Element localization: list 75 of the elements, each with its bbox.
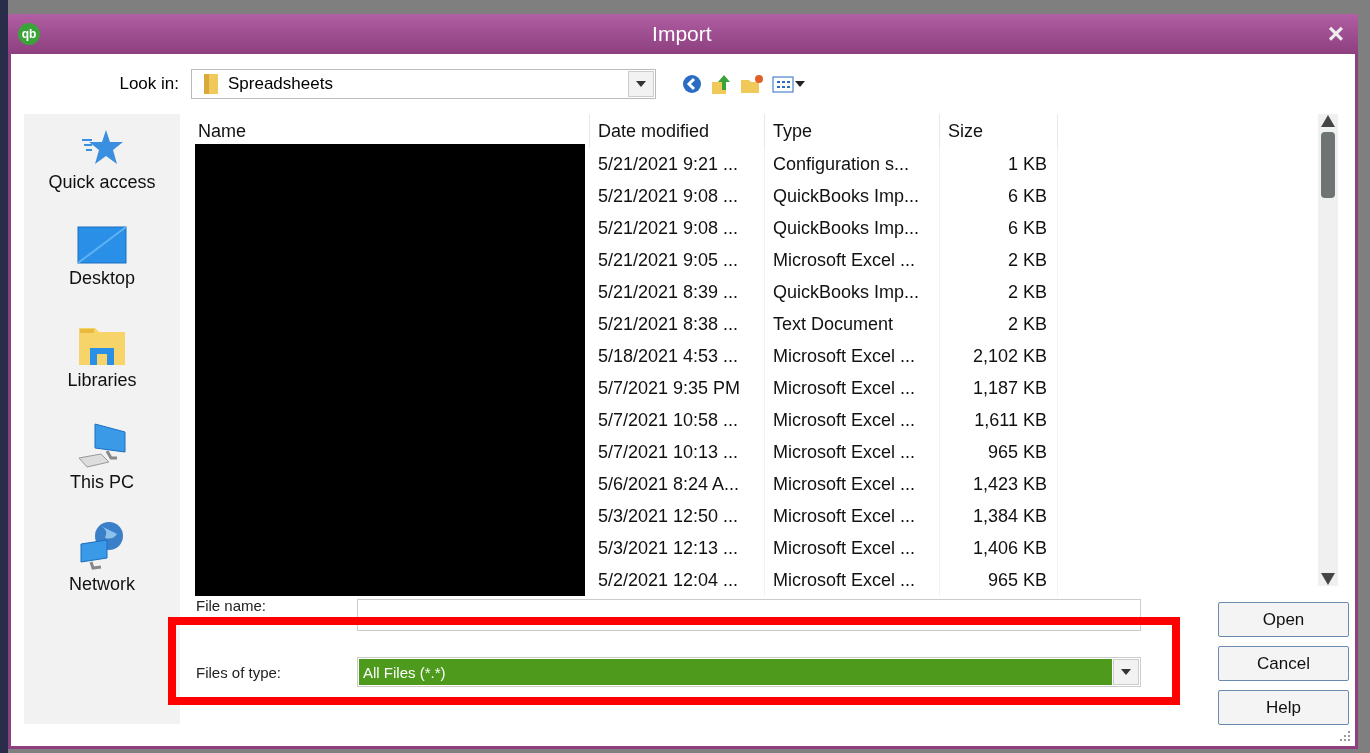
dialog-button[interactable]: Help (1218, 690, 1349, 725)
table-cell: 5/21/2021 8:39 ... (590, 276, 765, 308)
table-cell: 2 KB (940, 276, 1058, 308)
table-cell: Microsoft Excel ... (765, 532, 940, 564)
files-of-type-label: Files of type: (195, 663, 283, 681)
scroll-thumb[interactable] (1321, 132, 1335, 198)
table-cell: 1,406 KB (940, 532, 1058, 564)
table-cell: 5/21/2021 9:08 ... (590, 180, 765, 212)
column-header[interactable]: Type (765, 114, 940, 148)
table-cell: 5/7/2021 10:13 ... (590, 436, 765, 468)
table-cell: 5/7/2021 9:35 PM (590, 372, 765, 404)
files-of-type-dropdown[interactable]: All Files (*.*) (357, 657, 1141, 687)
table-cell: 1,384 KB (940, 500, 1058, 532)
resize-grip-icon[interactable] (1337, 728, 1351, 742)
caret-icon (628, 71, 654, 97)
scroll-down-icon[interactable] (1321, 572, 1335, 586)
caret-icon (1113, 659, 1139, 685)
place-item[interactable]: Libraries (67, 324, 137, 422)
table-cell: 965 KB (940, 564, 1058, 596)
table-cell: 5/21/2021 8:38 ... (590, 308, 765, 340)
new-folder-icon[interactable] (740, 74, 764, 94)
place-item[interactable]: Quick access (48, 128, 156, 226)
table-cell: Microsoft Excel ... (765, 404, 940, 436)
table-cell: Microsoft Excel ... (765, 500, 940, 532)
column-header[interactable]: Date modified (590, 114, 765, 148)
table-cell: QuickBooks Imp... (765, 180, 940, 212)
table-cell: 5/6/2021 8:24 A... (590, 468, 765, 500)
scroll-up-icon[interactable] (1321, 114, 1335, 128)
table-cell: 1,611 KB (940, 404, 1058, 436)
table-cell: 1 KB (940, 148, 1058, 180)
table-cell: 5/21/2021 9:21 ... (590, 148, 765, 180)
column-header[interactable]: Size (940, 114, 1058, 148)
table-cell: Configuration s... (765, 148, 940, 180)
computer-icon (77, 422, 127, 468)
window-title: Import (651, 22, 713, 46)
desktop-icon (77, 226, 127, 264)
table-cell: 5/2/2021 12:04 ... (590, 564, 765, 596)
table-cell: Microsoft Excel ... (765, 436, 940, 468)
back-icon[interactable] (682, 74, 702, 94)
table-cell: Microsoft Excel ... (765, 468, 940, 500)
up-folder-icon[interactable] (710, 73, 732, 95)
table-cell: 2,102 KB (940, 340, 1058, 372)
app-logo: qb (18, 23, 40, 45)
table-cell: QuickBooks Imp... (765, 276, 940, 308)
dialog-button[interactable]: Cancel (1218, 646, 1349, 681)
table-cell: Microsoft Excel ... (765, 244, 940, 276)
table-cell: 1,423 KB (940, 468, 1058, 500)
table-cell: 5/21/2021 9:05 ... (590, 244, 765, 276)
table-cell: Microsoft Excel ... (765, 564, 940, 596)
look-in-dropdown[interactable]: Spreadsheets (191, 69, 656, 99)
table-cell: 965 KB (940, 436, 1058, 468)
table-cell: 1,187 KB (940, 372, 1058, 404)
place-item[interactable]: Desktop (68, 226, 135, 324)
file-name-label: File name: (195, 599, 268, 613)
place-item[interactable]: Network (69, 520, 135, 618)
close-button[interactable]: × (1323, 20, 1348, 48)
table-cell: 5/18/2021 4:53 ... (590, 340, 765, 372)
table-cell: Microsoft Excel ... (765, 340, 940, 372)
table-cell: Microsoft Excel ... (765, 372, 940, 404)
table-cell: 5/21/2021 9:08 ... (590, 212, 765, 244)
folder-icon (204, 74, 218, 94)
view-menu-icon[interactable] (772, 75, 806, 93)
table-cell: 2 KB (940, 244, 1058, 276)
look-in-label: Look in: (118, 74, 179, 94)
table-cell: 5/3/2021 12:50 ... (590, 500, 765, 532)
table-cell: 2 KB (940, 308, 1058, 340)
table-cell: 6 KB (940, 212, 1058, 244)
table-cell: Text Document (765, 308, 940, 340)
table-cell: 5/7/2021 10:58 ... (590, 404, 765, 436)
table-cell: 6 KB (940, 180, 1058, 212)
dialog-button[interactable]: Open (1218, 602, 1349, 637)
place-item[interactable]: This PC (70, 422, 134, 520)
scrollbar[interactable] (1318, 114, 1338, 586)
table-cell: 5/3/2021 12:13 ... (590, 532, 765, 564)
table-cell: QuickBooks Imp... (765, 212, 940, 244)
